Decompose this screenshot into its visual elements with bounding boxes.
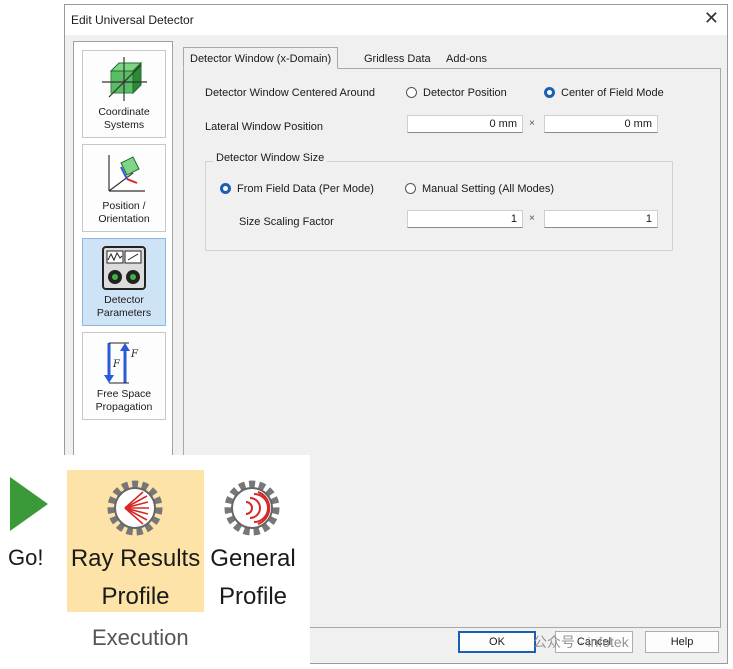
radio-center-of-field-mode[interactable]: Center of Field Mode [544, 87, 664, 99]
ok-button[interactable]: OK [458, 631, 536, 653]
sidebar-item-label: Free Space Propagation [95, 388, 153, 413]
svg-text:F: F [112, 359, 121, 370]
svg-text:F: F [130, 349, 139, 360]
detector-window-size-group [205, 161, 673, 251]
scaling-x-field[interactable]: 1 [407, 210, 523, 228]
sidebar-item-label: Position / Orientation [98, 200, 150, 225]
category-sidebar: Coordinate Systems Position / Orientation [73, 41, 173, 471]
times-sign: × [529, 118, 535, 129]
sidebar-item-free-space-propagation[interactable]: F F Free Space Propagation [82, 332, 166, 420]
coordinate-systems-icon [102, 57, 147, 101]
general-profile-label[interactable]: General Profile [207, 540, 299, 616]
watermark: 公众号 · infotek [533, 634, 629, 650]
scaling-factor-label: Size Scaling Factor [239, 216, 334, 228]
radio-dot [405, 183, 416, 194]
sidebar-item-coordinate-systems[interactable]: Coordinate Systems [82, 50, 166, 138]
sidebar-item-position-orientation[interactable]: Position / Orientation [82, 144, 166, 232]
sidebar-item-detector-parameters[interactable]: Detector Parameters [82, 238, 166, 326]
times-sign: × [529, 213, 535, 224]
go-icon[interactable] [10, 477, 48, 531]
sidebar-item-label: Detector Parameters [96, 294, 152, 319]
lateral-y-field[interactable]: 0 mm [544, 115, 658, 133]
tab-gridless-data[interactable]: Gridless Data [357, 47, 438, 69]
go-label[interactable]: Go! [8, 545, 43, 571]
radio-from-field-data[interactable]: From Field Data (Per Mode) [220, 183, 374, 195]
lateral-x-field[interactable]: 0 mm [407, 115, 523, 133]
title-bar: Edit Universal Detector ✕ [65, 5, 727, 35]
scaling-y-field[interactable]: 1 [544, 210, 658, 228]
tab-add-ons[interactable]: Add-ons [439, 47, 494, 69]
lateral-position-label: Lateral Window Position [205, 121, 324, 133]
centered-around-label: Detector Window Centered Around [205, 87, 375, 99]
position-orientation-icon [108, 155, 145, 192]
help-button[interactable]: Help [645, 631, 719, 653]
radio-detector-position[interactable]: Detector Position [406, 87, 507, 99]
tab-detector-window[interactable]: Detector Window (x-Domain) [183, 47, 339, 69]
close-icon[interactable]: ✕ [704, 8, 719, 29]
radio-dot-selected [544, 87, 555, 98]
sidebar-item-label: Coordinate Systems [98, 106, 150, 131]
radio-dot-selected [220, 183, 231, 194]
ray-results-profile-label: Ray Results Profile [70, 545, 201, 610]
execution-group-label: Execution [92, 625, 189, 650]
radio-manual-setting[interactable]: Manual Setting (All Modes) [405, 183, 554, 195]
radio-dot [406, 87, 417, 98]
dialog-title: Edit Universal Detector [71, 13, 194, 27]
free-space-propagation-icon: F F [104, 342, 139, 384]
general-profile-icon[interactable] [220, 476, 284, 540]
ray-results-profile-icon [107, 480, 163, 536]
detector-parameters-icon [102, 246, 146, 290]
detector-window-size-title: Detector Window Size [213, 152, 328, 164]
